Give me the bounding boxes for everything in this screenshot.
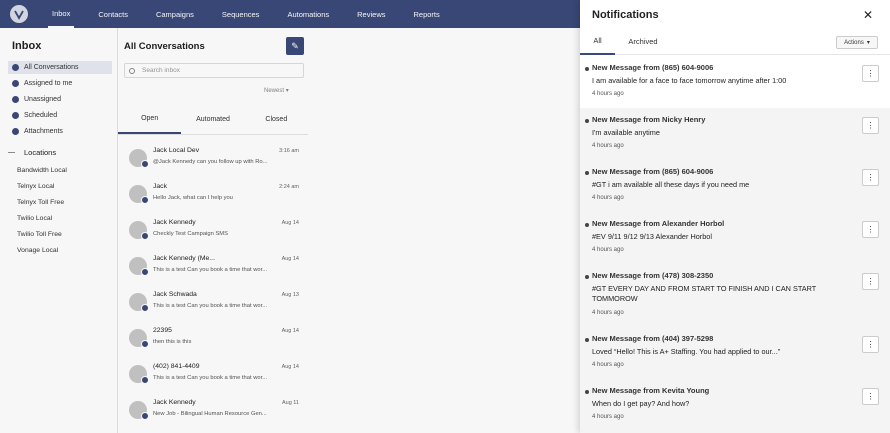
notifications-title: Notifications [592,9,659,21]
close-button[interactable]: ✕ [861,8,875,22]
notification-menu-button[interactable]: ⋮ [862,273,879,290]
unread-dot-icon [585,275,589,279]
actions-label: Actions [844,39,864,46]
notification-body: I am available for a face to face tomorr… [592,76,787,85]
notification-time: 4 hours ago [592,143,624,149]
notification-title: New Message from Kevita Young [592,386,710,395]
notification-body: When do I get pay? And how? [592,399,690,408]
notification-title: New Message from Nicky Henry [592,115,706,124]
notification-time: 4 hours ago [592,247,624,253]
notification-item[interactable]: New Message from (865) 604-9006 #GT i am… [580,160,890,212]
tab-all[interactable]: All [580,28,615,55]
modal-backdrop[interactable] [0,0,580,433]
more-vertical-icon: ⋮ [866,339,875,349]
notification-item[interactable]: New Message from (404) 397-5298 Loved “H… [580,327,890,379]
notification-item[interactable]: New Message from Alexander Horbol #EV 9/… [580,212,890,264]
notification-title: New Message from (865) 604-9006 [592,167,714,176]
notification-body: I'm available anytime [592,128,660,137]
notification-time: 4 hours ago [592,362,624,368]
actions-dropdown[interactable]: Actions ▾ [836,36,878,49]
more-vertical-icon: ⋮ [866,68,875,78]
close-icon: ✕ [862,8,874,22]
tab-archived[interactable]: Archived [618,28,668,55]
notification-menu-button[interactable]: ⋮ [862,65,879,82]
notification-title: New Message from (478) 308-2350 [592,271,714,280]
notification-time: 4 hours ago [592,91,624,97]
unread-dot-icon [585,223,589,227]
more-vertical-icon: ⋮ [866,276,875,286]
notification-menu-button[interactable]: ⋮ [862,336,879,353]
more-vertical-icon: ⋮ [866,391,875,401]
unread-dot-icon [585,171,589,175]
notification-menu-button[interactable]: ⋮ [862,221,879,238]
notification-title: New Message from (404) 397-5298 [592,334,714,343]
notification-time: 4 hours ago [592,310,624,316]
unread-dot-icon [585,390,589,394]
notification-body: #GT i am available all these days if you… [592,180,750,189]
more-vertical-icon: ⋮ [866,172,875,182]
notification-item[interactable]: New Message from Kevita Young When do I … [580,379,890,433]
notification-body: Loved “Hello! This is A+ Staffing. You h… [592,347,781,356]
notification-item[interactable]: New Message from (478) 308-2350 #GT EVER… [580,264,890,327]
notification-title: New Message from (865) 604-9006 [592,63,714,72]
notification-time: 4 hours ago [592,414,624,420]
unread-dot-icon [585,119,589,123]
unread-dot-icon [585,338,589,342]
notification-menu-button[interactable]: ⋮ [862,117,879,134]
notification-title: New Message from Alexander Horbol [592,219,725,228]
notification-body: #EV 9/11 9/12 9/13 Alexander Horbol [592,232,712,241]
notification-menu-button[interactable]: ⋮ [862,169,879,186]
notification-item[interactable]: New Message from (865) 604-9006 I am ava… [580,56,890,108]
notification-menu-button[interactable]: ⋮ [862,388,879,405]
notification-item[interactable]: New Message from Nicky Henry I'm availab… [580,108,890,160]
unread-dot-icon [585,67,589,71]
notifications-panel: Notifications ✕ All Archived Actions ▾ N… [580,0,890,433]
notification-body: #GT EVERY DAY AND FROM START TO FINISH A… [592,284,817,303]
chevron-down-icon: ▾ [866,40,870,46]
more-vertical-icon: ⋮ [866,120,875,130]
notification-time: 4 hours ago [592,195,624,201]
more-vertical-icon: ⋮ [866,224,875,234]
